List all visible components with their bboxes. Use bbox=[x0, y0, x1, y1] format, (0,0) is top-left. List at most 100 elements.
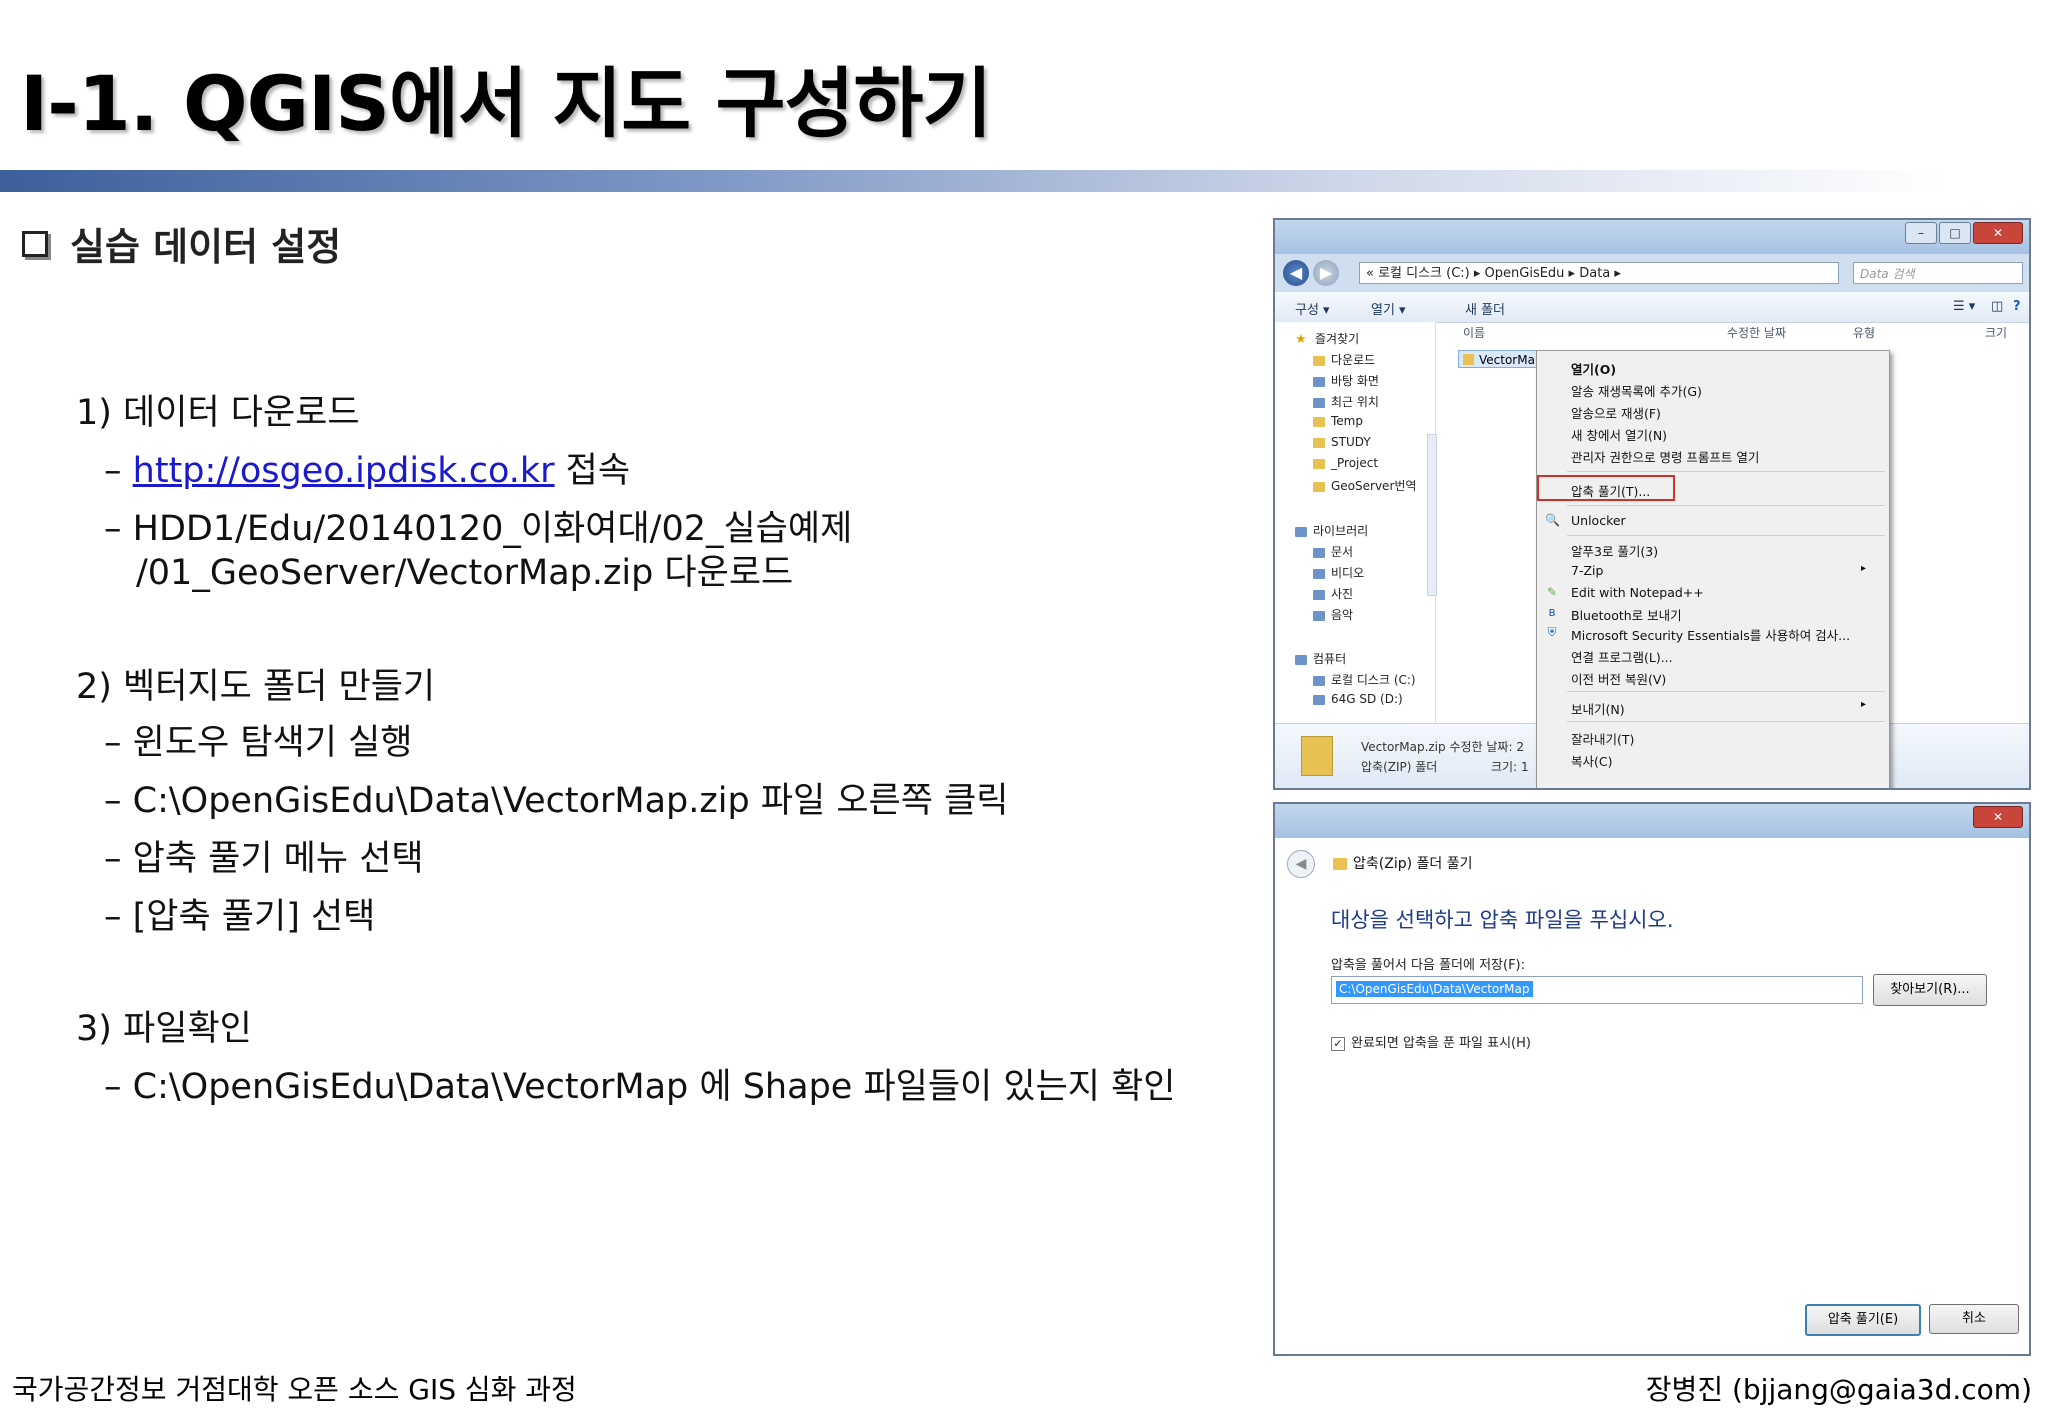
menu-open[interactable]: 열기(O) bbox=[1571, 359, 1616, 378]
close-button[interactable]: ✕ bbox=[1973, 222, 2023, 244]
nav-study[interactable]: STUDY bbox=[1313, 435, 1371, 449]
menu-separator bbox=[1567, 691, 1885, 692]
step-1-link-line: – http://osgeo.ipdisk.co.kr 접속 bbox=[104, 451, 631, 491]
menu-separator bbox=[1567, 505, 1885, 506]
nav-scrollbar[interactable] bbox=[1427, 434, 1437, 596]
computer-icon bbox=[1295, 654, 1307, 665]
back-arrow-icon[interactable]: ◀ bbox=[1287, 850, 1315, 878]
file-vectormap-zip[interactable]: VectorMap bbox=[1458, 350, 1538, 368]
column-name[interactable]: 이름 bbox=[1463, 324, 1485, 341]
menu-7zip[interactable]: 7-Zip ▸ bbox=[1571, 563, 1866, 578]
page-title: I-1. QGIS에서 지도 구성하기 bbox=[20, 59, 992, 148]
section-heading: 실습 데이터 설정 bbox=[22, 216, 341, 271]
notepad-icon: ✎ bbox=[1546, 585, 1558, 599]
nav-favorites[interactable]: ★ 즐겨찾기 bbox=[1295, 330, 1359, 347]
menu-separator bbox=[1567, 535, 1885, 536]
nav-temp[interactable]: Temp bbox=[1313, 414, 1363, 428]
security-icon: ⛨ bbox=[1547, 625, 1557, 639]
explorer-nav-bar: ◀ ▶ « 로컬 디스크 (C:) ▸ OpenGisEdu ▸ Data ▸ … bbox=[1275, 254, 2029, 292]
column-modified[interactable]: 수정한 날짜 bbox=[1727, 324, 1786, 341]
back-arrow-icon[interactable]: ◀ bbox=[1283, 260, 1309, 286]
drive-icon bbox=[1313, 675, 1325, 686]
forward-arrow-icon[interactable]: ▶ bbox=[1313, 260, 1339, 286]
nav-videos[interactable]: 비디오 bbox=[1313, 564, 1364, 581]
menu-cut[interactable]: 잘라내기(T) bbox=[1571, 729, 1634, 748]
menu-send-to[interactable]: 보내기(N) ▸ bbox=[1571, 699, 1866, 718]
extract-button[interactable]: 압축 풀기(E) bbox=[1805, 1304, 1921, 1336]
unlocker-icon: 🔍 bbox=[1545, 513, 1560, 527]
bluetooth-icon: ʙ bbox=[1548, 605, 1556, 619]
maximize-button[interactable]: □ bbox=[1939, 222, 1971, 244]
library-icon bbox=[1295, 526, 1307, 537]
nav-geoserver[interactable]: GeoServer번역 bbox=[1313, 477, 1416, 494]
nav-documents[interactable]: 문서 bbox=[1313, 543, 1353, 560]
menu-notepad[interactable]: Edit with Notepad++ bbox=[1571, 585, 1704, 600]
step-2-item-a: – 윈도우 탐색기 실행 bbox=[104, 723, 413, 763]
menu-copy[interactable]: 복사(C) bbox=[1571, 751, 1612, 770]
dialog-heading: 대상을 선택하고 압축 파일을 푸십시오. bbox=[1331, 908, 1674, 932]
explorer-window: – □ ✕ ◀ ▶ « 로컬 디스크 (C:) ▸ OpenGisEdu ▸ D… bbox=[1273, 218, 2031, 790]
menu-separator bbox=[1567, 721, 1885, 722]
browse-button[interactable]: 찾아보기(R)... bbox=[1873, 974, 1987, 1006]
view-options-icon[interactable]: ☰ ▾ bbox=[1953, 299, 1975, 314]
document-icon bbox=[1313, 547, 1325, 558]
link-suffix: 접속 bbox=[554, 451, 631, 491]
folder-icon bbox=[1313, 458, 1325, 469]
preview-pane-icon[interactable]: ◫ bbox=[1991, 299, 2003, 314]
nav-local-disk[interactable]: 로컬 디스크 (C:) bbox=[1313, 671, 1416, 688]
cancel-button[interactable]: 취소 bbox=[1929, 1304, 2019, 1334]
show-files-checkbox[interactable]: ✓ bbox=[1331, 1036, 1345, 1051]
folder-icon bbox=[1313, 355, 1325, 366]
nav-recent[interactable]: 최근 위치 bbox=[1313, 393, 1379, 410]
step-2-item-b: – C:\OpenGisEdu\Data\VectorMap.zip 파일 오른… bbox=[104, 781, 1009, 821]
osgeo-link[interactable]: http://osgeo.ipdisk.co.kr bbox=[133, 451, 555, 491]
minimize-button[interactable]: – bbox=[1905, 222, 1937, 244]
nav-downloads[interactable]: 다운로드 bbox=[1313, 351, 1375, 368]
dialog-title: 압축(Zip) 폴더 풀기 bbox=[1333, 853, 1472, 873]
nav-music[interactable]: 음악 bbox=[1313, 606, 1353, 623]
window-caption-buttons: ✕ bbox=[1973, 806, 2023, 828]
folder-icon bbox=[1313, 481, 1325, 492]
show-files-label: 완료되면 압축을 푼 파일 표시(H) bbox=[1351, 1036, 1531, 1051]
details-size: 크기: 1 bbox=[1491, 760, 1529, 774]
star-icon: ★ bbox=[1295, 332, 1307, 347]
nav-desktop[interactable]: 바탕 화면 bbox=[1313, 372, 1379, 389]
nav-computer[interactable]: 컴퓨터 bbox=[1295, 650, 1346, 667]
menu-open-with[interactable]: 연결 프로그램(L)... bbox=[1571, 647, 1673, 666]
destination-label: 압축을 풀어서 다음 폴더에 저장(F): bbox=[1331, 958, 1526, 973]
open-button[interactable]: 열기 ▾ bbox=[1371, 299, 1406, 318]
step-3-item-a: – C:\OpenGisEdu\Data\VectorMap 에 Shape 파… bbox=[104, 1067, 1176, 1107]
nav-pictures[interactable]: 사진 bbox=[1313, 585, 1353, 602]
column-type[interactable]: 유형 bbox=[1853, 324, 1875, 341]
nav-sd-card[interactable]: 64G SD (D:) bbox=[1313, 692, 1403, 706]
step-2-heading: 2) 벡터지도 폴더 만들기 bbox=[76, 667, 436, 707]
search-input[interactable]: Data 검색 bbox=[1853, 262, 2023, 284]
navigation-pane: ★ 즐겨찾기 다운로드 바탕 화면 최근 위치 Temp STUDY _Proje… bbox=[1275, 322, 1437, 724]
menu-admin-prompt[interactable]: 관리자 권한으로 명령 프롬프트 열기 bbox=[1571, 447, 1759, 466]
menu-unlocker[interactable]: Unlocker bbox=[1571, 513, 1626, 528]
destination-path-input[interactable]: C:\OpenGisEdu\Data\VectorMap bbox=[1331, 976, 1863, 1004]
desktop-icon bbox=[1313, 376, 1325, 387]
menu-play-alsong[interactable]: 알송으로 재생(F) bbox=[1571, 403, 1661, 422]
address-bar[interactable]: « 로컬 디스크 (C:) ▸ OpenGisEdu ▸ Data ▸ bbox=[1359, 262, 1839, 284]
nav-library[interactable]: 라이브러리 bbox=[1295, 522, 1368, 539]
recent-icon bbox=[1313, 397, 1325, 408]
step-1-heading: 1) 데이터 다운로드 bbox=[76, 393, 360, 433]
menu-bluetooth[interactable]: Bluetooth로 보내기 bbox=[1571, 605, 1682, 624]
show-files-checkbox-row[interactable]: ✓ 완료되면 압축을 푼 파일 표시(H) bbox=[1331, 1032, 1531, 1051]
menu-new-window[interactable]: 새 창에서 열기(N) bbox=[1571, 425, 1667, 444]
menu-add-playlist[interactable]: 알송 재생목록에 추가(G) bbox=[1571, 381, 1702, 400]
menu-extract-all[interactable]: 압축 풀기(T)... bbox=[1571, 481, 1650, 500]
organize-button[interactable]: 구성 ▾ bbox=[1295, 299, 1330, 318]
zip-file-icon bbox=[1301, 736, 1333, 776]
step-1-path-line-2: /01_GeoServer/VectorMap.zip 다운로드 bbox=[136, 553, 794, 593]
menu-restore[interactable]: 이전 버전 복원(V) bbox=[1571, 669, 1666, 688]
folder-icon bbox=[1313, 437, 1325, 448]
new-folder-button[interactable]: 새 폴더 bbox=[1465, 299, 1505, 318]
menu-extract-here[interactable]: 알푸3로 풀기(3) bbox=[1571, 541, 1658, 560]
menu-security[interactable]: Microsoft Security Essentials를 사용하여 검사..… bbox=[1571, 625, 1850, 644]
close-button[interactable]: ✕ bbox=[1973, 806, 2023, 828]
nav-project[interactable]: _Project bbox=[1313, 456, 1378, 470]
help-icon[interactable]: ? bbox=[2013, 299, 2021, 314]
column-size[interactable]: 크기 bbox=[1985, 324, 2007, 341]
